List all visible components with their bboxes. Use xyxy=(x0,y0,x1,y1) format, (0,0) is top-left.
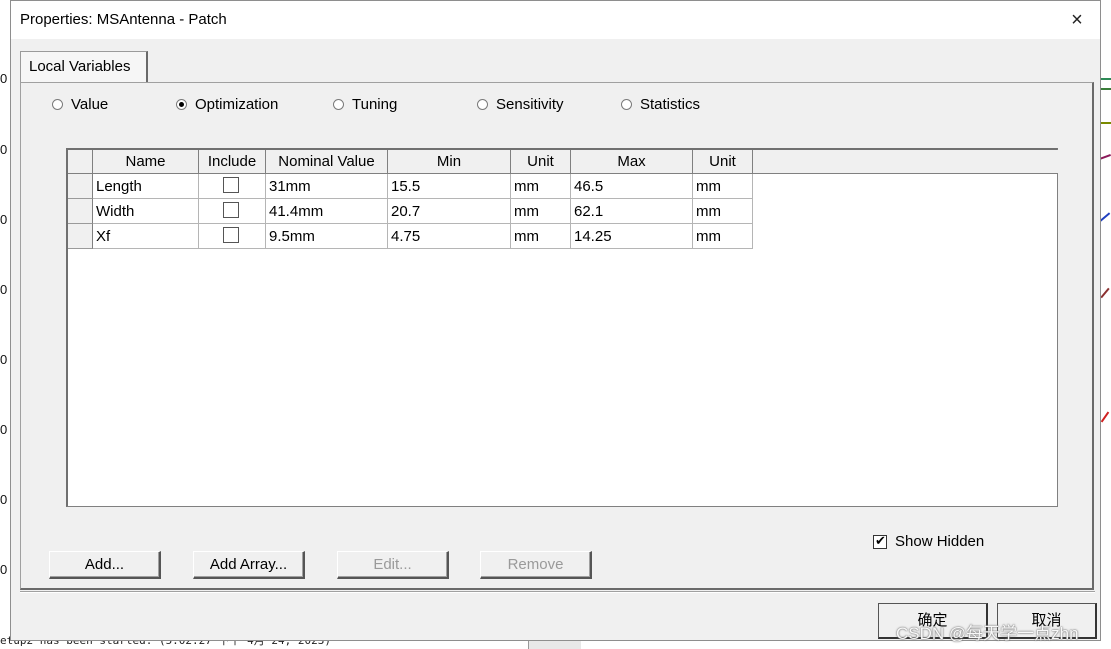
cell-min[interactable]: 20.7 xyxy=(388,199,511,224)
axis-tick-label: 0 xyxy=(0,562,8,577)
radio-unselected-icon xyxy=(621,99,632,110)
axis-tick-label: 0 xyxy=(0,422,8,437)
cell-max[interactable]: 14.25 xyxy=(571,224,693,249)
column-header-max[interactable]: Max xyxy=(571,150,693,174)
cell-max-unit[interactable]: mm xyxy=(693,174,753,199)
cell-name[interactable]: Length xyxy=(93,174,199,199)
cell-nominal-value[interactable]: 9.5mm xyxy=(266,224,388,249)
include-checkbox[interactable] xyxy=(223,227,239,243)
plot-trace xyxy=(1100,411,1110,423)
add-array-button[interactable]: Add Array... xyxy=(193,551,305,579)
cell-min-unit[interactable]: mm xyxy=(511,199,571,224)
variables-table: Name Include Nominal Value Min Unit Max … xyxy=(66,148,1058,507)
include-checkbox[interactable] xyxy=(223,202,239,218)
radio-unselected-icon xyxy=(333,99,344,110)
add-button[interactable]: Add... xyxy=(49,551,161,579)
cell-nominal-value[interactable]: 31mm xyxy=(266,174,388,199)
axis-tick-label: 0 xyxy=(0,352,8,367)
radio-selected-icon xyxy=(176,99,187,110)
axis-tick-label: 0 xyxy=(0,282,8,297)
column-header-min-unit[interactable]: Unit xyxy=(511,150,571,174)
radio-tuning[interactable]: Tuning xyxy=(333,96,397,113)
radio-unselected-icon xyxy=(477,99,488,110)
radio-sensitivity[interactable]: Sensitivity xyxy=(477,96,564,113)
row-header[interactable] xyxy=(68,224,93,249)
cell-min-unit[interactable]: mm xyxy=(511,224,571,249)
close-icon[interactable]: × xyxy=(1054,1,1100,39)
axis-tick-label: 0 xyxy=(0,212,8,227)
axis-tick-label: 0 xyxy=(0,492,8,507)
show-hidden-label: Show Hidden xyxy=(895,533,985,550)
cell-min-unit[interactable]: mm xyxy=(511,174,571,199)
cell-include[interactable] xyxy=(199,224,266,249)
radio-unselected-icon xyxy=(52,99,63,110)
cell-include[interactable] xyxy=(199,174,266,199)
axis-tick-label: 0 xyxy=(0,142,8,157)
column-header-name[interactable]: Name xyxy=(93,150,199,174)
radio-label: Value xyxy=(71,96,109,113)
edit-button[interactable]: Edit... xyxy=(337,551,449,579)
column-header-include[interactable]: Include xyxy=(199,150,266,174)
cell-include[interactable] xyxy=(199,199,266,224)
row-header[interactable] xyxy=(68,174,93,199)
show-hidden-checkbox[interactable]: Show Hidden xyxy=(873,533,984,550)
include-checkbox[interactable] xyxy=(223,177,239,193)
remove-button[interactable]: Remove xyxy=(480,551,592,579)
dialog-title: Properties: MSAntenna - Patch xyxy=(20,11,227,28)
cell-min[interactable]: 15.5 xyxy=(388,174,511,199)
radio-optimization[interactable]: Optimization xyxy=(176,96,278,113)
plot-trace xyxy=(1100,287,1110,299)
tab-local-variables[interactable]: Local Variables xyxy=(20,51,148,83)
watermark-text: CSDN @每天学一点zhn xyxy=(896,624,1079,643)
column-header-nominal-value[interactable]: Nominal Value xyxy=(266,150,388,174)
radio-label: Optimization xyxy=(195,96,279,113)
cell-name[interactable]: Width xyxy=(93,199,199,224)
radio-statistics[interactable]: Statistics xyxy=(621,96,700,113)
cell-max-unit[interactable]: mm xyxy=(693,199,753,224)
cell-max[interactable]: 46.5 xyxy=(571,174,693,199)
tab-label: Local Variables xyxy=(29,58,131,75)
properties-dialog: Properties: MSAntenna - Patch × Local Va… xyxy=(10,0,1101,641)
column-header-max-unit[interactable]: Unit xyxy=(693,150,753,174)
plot-trace xyxy=(1099,212,1111,222)
radio-label: Tuning xyxy=(352,96,398,113)
checkbox-checked-icon xyxy=(873,533,887,549)
row-header[interactable] xyxy=(68,199,93,224)
header-filler xyxy=(753,150,1058,174)
button-separator xyxy=(20,591,1095,593)
title-bar: Properties: MSAntenna - Patch × xyxy=(11,1,1100,39)
cell-nominal-value[interactable]: 41.4mm xyxy=(266,199,388,224)
cell-min[interactable]: 4.75 xyxy=(388,224,511,249)
cell-name[interactable]: Xf xyxy=(93,224,199,249)
radio-label: Sensitivity xyxy=(496,96,564,113)
axis-tick-label: 0 xyxy=(0,71,8,86)
radio-label: Statistics xyxy=(640,96,701,113)
cell-max[interactable]: 62.1 xyxy=(571,199,693,224)
corner-header xyxy=(68,150,93,174)
cell-max-unit[interactable]: mm xyxy=(693,224,753,249)
column-header-min[interactable]: Min xyxy=(388,150,511,174)
radio-value[interactable]: Value xyxy=(52,96,108,113)
